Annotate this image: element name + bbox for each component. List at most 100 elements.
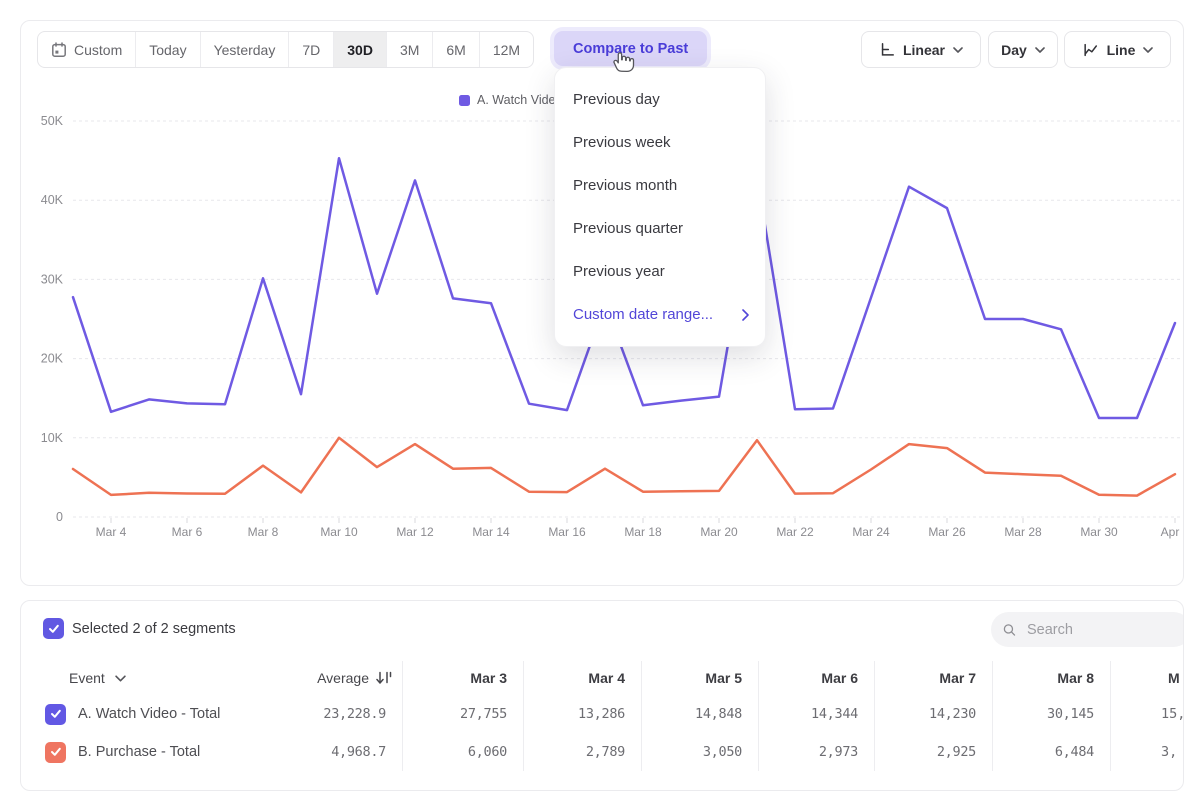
compare-menu-items: Previous dayPrevious weekPrevious monthP… <box>555 78 765 293</box>
x-axis-tick-label: Mar 16 <box>548 525 586 539</box>
range-30d[interactable]: 30D <box>333 32 386 67</box>
segments-table: EventAverageMar 3Mar 4Mar 5Mar 6Mar 7Mar… <box>21 661 1183 771</box>
x-axis-tick-label: Mar 22 <box>776 525 814 539</box>
scale-select-button[interactable]: Linear <box>861 31 981 68</box>
calendar-icon <box>51 42 67 58</box>
range-label: Yesterday <box>214 42 276 58</box>
row-value: 6,060 <box>402 733 523 771</box>
column-header-mar-6: Mar 6 <box>758 661 874 695</box>
select-all-checkbox[interactable] <box>43 618 64 639</box>
row-value: 27,755 <box>402 695 523 733</box>
x-axis-tick-label: Mar 6 <box>172 525 203 539</box>
x-axis-tick-label: Mar 4 <box>96 525 127 539</box>
chevron-right-icon <box>742 309 749 321</box>
x-axis-tick-label: Mar 24 <box>852 525 890 539</box>
range-label: 7D <box>302 42 320 58</box>
column-header-event[interactable]: Event <box>21 661 221 695</box>
menu-item-previous-week[interactable]: Previous week <box>555 121 765 164</box>
range-yesterday[interactable]: Yesterday <box>200 32 289 67</box>
scale-label: Linear <box>903 42 945 58</box>
range-label: Custom <box>74 42 122 58</box>
x-axis-tick-label: Mar 20 <box>700 525 738 539</box>
x-axis-tick-label: Mar 12 <box>396 525 434 539</box>
chevron-down-icon <box>115 675 126 682</box>
row-value: 3, <box>1110 733 1184 771</box>
x-axis-tick-label: Mar 30 <box>1080 525 1118 539</box>
y-axis-tick-label: 0 <box>56 510 63 524</box>
row-value: 3,050 <box>641 733 758 771</box>
column-header-mar-5: Mar 5 <box>641 661 758 695</box>
row-value: 13,286 <box>523 695 641 733</box>
average-header-label: Average <box>317 670 369 686</box>
column-header-mar-4: Mar 4 <box>523 661 641 695</box>
chevron-down-icon <box>1143 47 1153 53</box>
interval-label: Day <box>1001 42 1027 58</box>
chart-type-label: Line <box>1107 42 1136 58</box>
row-label: A. Watch Video - Total <box>78 706 220 722</box>
x-axis-tick-label: Mar 14 <box>472 525 510 539</box>
row-average-value: 4,968.7 <box>221 733 402 771</box>
menu-item-previous-month[interactable]: Previous month <box>555 164 765 207</box>
legend-swatch <box>459 95 470 106</box>
y-axis-tick-label: 50K <box>41 114 64 128</box>
row-value: 14,344 <box>758 695 874 733</box>
chevron-down-icon <box>953 47 963 53</box>
x-axis-tick-label: Mar 18 <box>624 525 662 539</box>
row-average-value: 23,228.9 <box>221 695 402 733</box>
chevron-down-icon <box>1035 47 1045 53</box>
search-icon <box>1003 622 1016 638</box>
row-value: 15, <box>1110 695 1184 733</box>
row-value: 2,925 <box>874 733 992 771</box>
range-label: 3M <box>400 42 419 58</box>
row-checkbox[interactable] <box>45 704 66 725</box>
chart-card: CustomTodayYesterday7D30D3M6M12M Compare… <box>20 20 1184 586</box>
y-axis-tick-label: 30K <box>41 272 64 286</box>
range-label: 6M <box>446 42 465 58</box>
x-axis-tick-label: Mar 26 <box>928 525 966 539</box>
row-value: 2,973 <box>758 733 874 771</box>
cursor-pointer-icon <box>610 48 636 74</box>
interval-select-button[interactable]: Day <box>988 31 1058 68</box>
sort-descending-icon <box>376 671 392 685</box>
range-today[interactable]: Today <box>135 32 199 67</box>
row-value: 14,230 <box>874 695 992 733</box>
menu-item-previous-year[interactable]: Previous year <box>555 250 765 293</box>
search-input[interactable] <box>1025 621 1179 639</box>
row-label: B. Purchase - Total <box>78 744 200 760</box>
range-label: Today <box>149 42 186 58</box>
linear-axis-icon <box>879 42 895 58</box>
range-label: 30D <box>347 42 373 58</box>
series-line-b-purchase-total[interactable] <box>73 438 1175 496</box>
chart-type-select-button[interactable]: Line <box>1064 31 1171 68</box>
range-label: 12M <box>493 42 520 58</box>
x-axis-tick-label: Apr 1 <box>1161 525 1183 539</box>
search-box[interactable] <box>991 612 1184 647</box>
menu-item-previous-day[interactable]: Previous day <box>555 78 765 121</box>
range-12m[interactable]: 12M <box>479 32 533 67</box>
compare-to-past-menu: Previous dayPrevious weekPrevious monthP… <box>554 67 766 347</box>
range-7d[interactable]: 7D <box>288 32 333 67</box>
row-value: 2,789 <box>523 733 641 771</box>
x-axis-tick-label: Mar 8 <box>248 525 279 539</box>
table-row-event-cell: B. Purchase - Total <box>21 733 221 771</box>
column-header-m: M <box>1110 661 1184 695</box>
line-chart-icon <box>1082 42 1099 58</box>
check-icon <box>50 747 62 757</box>
y-axis-tick-label: 10K <box>41 431 64 445</box>
date-range-control: Custom Today Yesterday 7D 30D 3M 6M 12M <box>37 31 534 68</box>
range-custom[interactable]: Custom <box>38 32 135 67</box>
event-header-label: Event <box>69 670 105 686</box>
range-6m[interactable]: 6M <box>432 32 478 67</box>
row-checkbox[interactable] <box>45 742 66 763</box>
column-header-average[interactable]: Average <box>221 661 402 695</box>
segments-card: Selected 2 of 2 segments EventAverageMar… <box>20 600 1184 791</box>
x-axis-tick-label: Mar 28 <box>1004 525 1042 539</box>
column-header-mar-7: Mar 7 <box>874 661 992 695</box>
x-axis-tick-label: Mar 10 <box>320 525 358 539</box>
check-icon <box>50 709 62 719</box>
menu-item-previous-quarter[interactable]: Previous quarter <box>555 207 765 250</box>
range-3m[interactable]: 3M <box>386 32 432 67</box>
y-axis-tick-label: 20K <box>41 352 64 366</box>
custom-date-range-label: Custom date range... <box>573 306 713 323</box>
menu-item-custom-date-range[interactable]: Custom date range... <box>555 293 765 336</box>
